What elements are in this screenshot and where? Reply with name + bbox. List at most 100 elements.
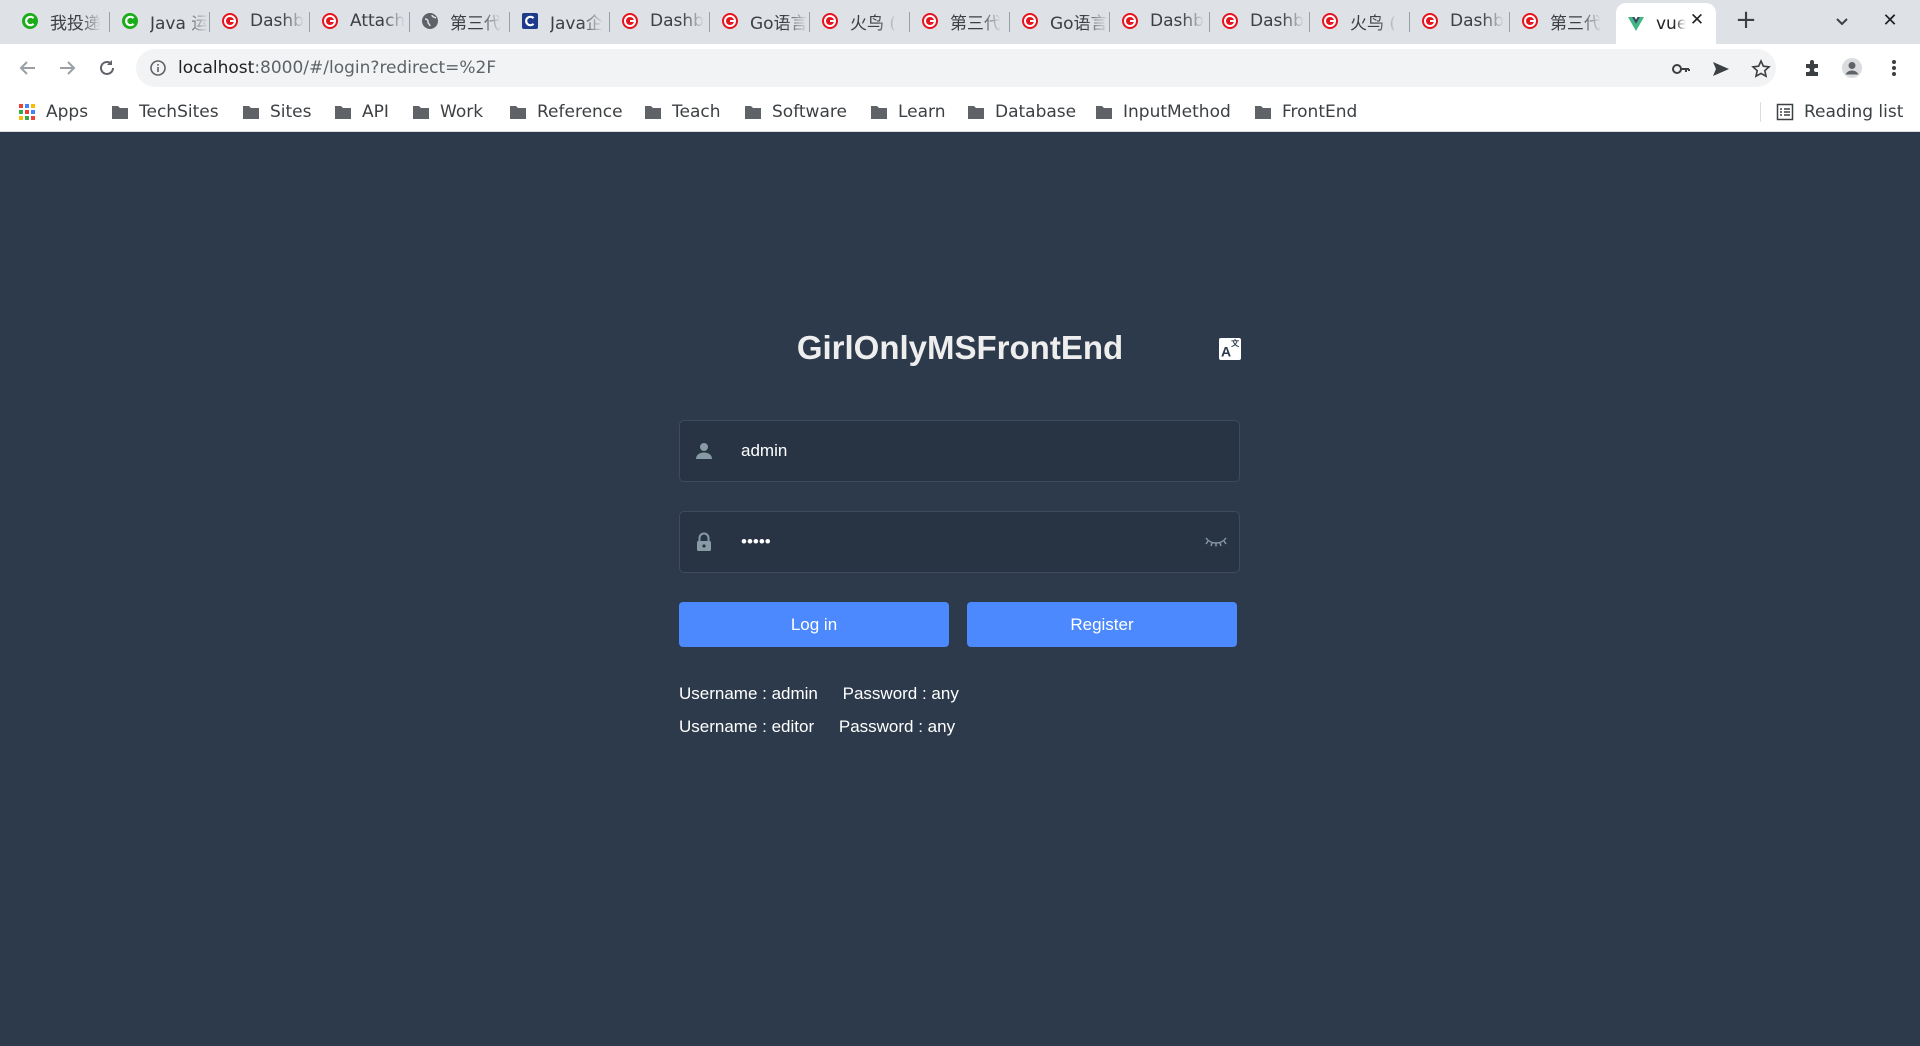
eye-closed-icon[interactable] (1205, 532, 1227, 552)
folder-icon (1254, 103, 1272, 121)
register-button[interactable]: Register (967, 602, 1237, 647)
password-field (679, 511, 1240, 573)
folder-icon (509, 103, 527, 121)
vue-icon (1626, 14, 1646, 34)
url-text[interactable]: localhost:8000/#/login?redirect=%2F (178, 58, 496, 78)
tab[interactable]: 第三代 (910, 5, 1010, 37)
tab-title: 火鸟 ( (850, 13, 897, 34)
folder-icon (242, 103, 260, 121)
star-bookmark-icon[interactable] (1750, 58, 1772, 80)
tip-username: Username : admin (679, 684, 818, 703)
reading-list-button[interactable]: Reading list (1776, 100, 1903, 124)
url-host: localhost (178, 58, 255, 78)
red-g-icon (1420, 11, 1440, 31)
red-g-icon (320, 11, 340, 31)
bookmark-label: Software (772, 102, 847, 122)
back-button[interactable] (14, 54, 42, 82)
bookmark-folder[interactable]: InputMethod (1095, 100, 1231, 124)
tab[interactable]: 第三代 (1510, 5, 1610, 37)
tab[interactable]: Go语言 (710, 5, 810, 37)
green-c-icon (120, 11, 140, 31)
menu-kebab-icon[interactable] (1883, 57, 1905, 79)
tab[interactable]: Java 运 (110, 5, 210, 37)
page-title: GirlOnlyMSFrontEnd (796, 329, 1124, 366)
bookmark-folder[interactable]: Database (967, 100, 1076, 124)
bookmark-folder[interactable]: Software (744, 100, 847, 124)
bookmark-label: Sites (270, 102, 312, 122)
bookmark-folder[interactable]: Learn (870, 100, 946, 124)
tab-title: Dashb (1450, 11, 1504, 31)
send-icon[interactable] (1710, 58, 1732, 80)
forward-button[interactable] (53, 54, 81, 82)
password-input[interactable] (741, 512, 1181, 572)
reload-button[interactable] (93, 54, 121, 82)
bookmarks-bar: Apps TechSites Sites API Work Reference … (0, 92, 1920, 132)
red-g-icon (1020, 11, 1040, 31)
red-g-icon (920, 11, 940, 31)
folder-icon (744, 103, 762, 121)
tab-title: 我投递 (50, 13, 101, 34)
tab-close-icon[interactable]: ✕ (1688, 11, 1706, 29)
tip-username: Username : editor (679, 717, 815, 736)
bookmark-label: FrontEnd (1282, 102, 1358, 122)
user-icon (694, 441, 714, 461)
red-g-icon (1220, 11, 1240, 31)
login-button[interactable]: Log in (679, 602, 949, 647)
tab[interactable]: 火鸟 ( (1310, 5, 1410, 37)
globe-icon (420, 11, 440, 31)
profile-avatar-icon[interactable] (1841, 57, 1863, 79)
tab[interactable]: Dashb (610, 5, 710, 37)
tab[interactable]: Dashb (210, 5, 310, 37)
tab-title: 第三代 (1550, 13, 1601, 34)
tab[interactable]: Dashb (1110, 5, 1210, 37)
folder-icon (870, 103, 888, 121)
bookmark-folder[interactable]: Teach (644, 100, 721, 124)
green-c-icon (20, 11, 40, 31)
tab[interactable]: 火鸟 ( (810, 5, 910, 37)
tips-row: Username : admin Password : any (679, 684, 959, 704)
bookmark-folder[interactable]: Sites (242, 100, 312, 124)
username-input[interactable] (741, 421, 1181, 481)
bookmark-label: Apps (46, 102, 89, 122)
arrow-left-icon (19, 61, 35, 75)
red-g-icon (1320, 11, 1340, 31)
bookmark-folder[interactable]: Work (412, 100, 483, 124)
tab-active[interactable]: vue ✕ (1616, 3, 1716, 44)
folder-icon (334, 103, 352, 121)
bookmark-label: TechSites (139, 102, 219, 122)
bookmark-apps[interactable]: Apps (18, 100, 88, 124)
tab[interactable]: Dashb (1210, 5, 1310, 37)
bookmark-folder[interactable]: API (334, 100, 389, 124)
window-close-icon[interactable]: ✕ (1878, 9, 1902, 33)
folder-icon (967, 103, 985, 121)
username-field (679, 420, 1240, 482)
folder-icon (644, 103, 662, 121)
bookmark-folder[interactable]: TechSites (111, 100, 219, 124)
tab[interactable]: Attach (310, 5, 410, 37)
red-g-icon (1120, 11, 1140, 31)
tab-title: 第三代 (450, 13, 501, 34)
bookmark-label: Reference (537, 102, 623, 122)
tab-title: 火鸟 ( (1350, 13, 1397, 34)
tab[interactable]: Dashb (1410, 5, 1510, 37)
info-icon[interactable] (149, 59, 167, 77)
red-g-icon (1520, 11, 1540, 31)
tab[interactable]: 我投递 (10, 5, 110, 37)
key-icon[interactable] (1670, 58, 1692, 80)
tip-password: Password : any (842, 684, 959, 703)
extensions-puzzle-icon[interactable] (1801, 57, 1823, 79)
tab-search-chevron-icon[interactable] (1830, 9, 1854, 33)
folder-icon (111, 103, 129, 121)
language-switch-icon[interactable]: A文 (1219, 338, 1241, 360)
tab-title: Java企 (550, 13, 603, 34)
tab-title: vue (1656, 13, 1686, 34)
tab[interactable]: 第三代 (410, 5, 510, 37)
tab[interactable]: Java企 (510, 5, 610, 37)
login-page: GirlOnlyMSFrontEnd A文 Log in Register Us… (0, 133, 1920, 1046)
reload-icon (100, 60, 114, 75)
bookmark-folder[interactable]: Reference (509, 100, 623, 124)
address-bar[interactable]: localhost:8000/#/login?redirect=%2F (136, 49, 1776, 87)
tab[interactable]: Go语言 (1010, 5, 1110, 37)
bookmark-folder[interactable]: FrontEnd (1254, 100, 1357, 124)
new-tab-button[interactable]: + (1732, 7, 1760, 35)
